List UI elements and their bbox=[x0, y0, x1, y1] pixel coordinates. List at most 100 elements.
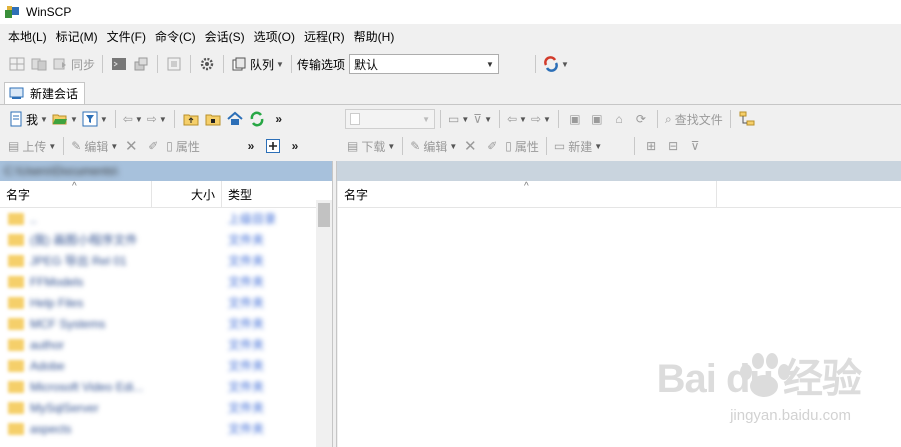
scrollbar-thumb[interactable] bbox=[318, 203, 330, 227]
transfer-settings-select[interactable]: 默认 ▼ bbox=[348, 54, 499, 74]
table-row[interactable]: Microsoft Video Edi... 文件夹 bbox=[0, 376, 316, 397]
refresh-button[interactable] bbox=[246, 108, 268, 130]
find-files-button[interactable]: ⌕ 查找文件 bbox=[663, 108, 725, 130]
remote-path-bar[interactable] bbox=[337, 161, 901, 181]
synchronize-button[interactable]: 同步 bbox=[50, 53, 97, 75]
local-col-type[interactable]: 类型 bbox=[222, 181, 316, 208]
menu-mark[interactable]: 标记(M) bbox=[52, 26, 102, 47]
table-row[interactable]: MCF Systems 文件夹 bbox=[0, 313, 316, 334]
table-row[interactable]: FFModels 文件夹 bbox=[0, 271, 316, 292]
plus-icon bbox=[265, 139, 280, 153]
menu-remote[interactable]: 远程(R) bbox=[300, 26, 349, 47]
filter-mark-button[interactable]: ⊽ bbox=[684, 135, 706, 157]
panel-splitter[interactable] bbox=[332, 161, 337, 447]
file-name: author bbox=[30, 337, 65, 352]
remote-parent-dir-button[interactable]: ▣ bbox=[564, 108, 586, 130]
remote-open-directory-button[interactable]: ▭ ▼ bbox=[446, 108, 471, 130]
remote-edit-label: 编辑 bbox=[423, 139, 448, 154]
home-icon bbox=[227, 111, 243, 125]
chevron-down-icon: ▼ bbox=[560, 59, 569, 69]
remote-path-select[interactable]: ▼ bbox=[345, 109, 435, 129]
parent-dir-button[interactable] bbox=[180, 108, 202, 130]
folder-icon bbox=[8, 275, 24, 288]
local-delete-button[interactable]: ✕ bbox=[120, 135, 142, 157]
local-col-size[interactable]: 大小 bbox=[152, 181, 222, 208]
local-add-button[interactable] bbox=[262, 135, 284, 157]
menu-options[interactable]: 选项(O) bbox=[250, 26, 299, 47]
file-name: Adobe bbox=[30, 358, 65, 373]
remote-forward-button[interactable]: ⇨ ▼ bbox=[529, 108, 553, 130]
menu-help[interactable]: 帮助(H) bbox=[350, 26, 399, 47]
local-drive-select[interactable]: 我 ▼ bbox=[6, 108, 50, 130]
toolbar-overflow-button[interactable]: » bbox=[240, 135, 262, 157]
folder-icon bbox=[8, 254, 24, 267]
remote-root-dir-button[interactable]: ▣ bbox=[586, 108, 608, 130]
table-row[interactable]: .. 上级目录 bbox=[0, 208, 316, 229]
toolbar-separator bbox=[634, 137, 636, 155]
local-edit-label: 编辑 bbox=[84, 139, 109, 154]
copy-window-button[interactable] bbox=[163, 53, 185, 75]
refresh-reconnect-icon bbox=[544, 56, 558, 72]
remote-refresh-button[interactable]: ⟳ bbox=[630, 108, 652, 130]
toolbar-separator bbox=[545, 137, 547, 155]
tab-new-session[interactable]: 新建会话 bbox=[4, 81, 86, 104]
table-row[interactable]: author 文件夹 bbox=[0, 334, 316, 355]
unselect-files-button[interactable]: ⊟ bbox=[662, 135, 684, 157]
table-row[interactable]: Help Files 文件夹 bbox=[0, 292, 316, 313]
menu-file[interactable]: 文件(F) bbox=[103, 26, 150, 47]
download-button[interactable]: ▤ 下载 ▼ bbox=[345, 135, 397, 157]
local-edit-button[interactable]: ✎ 编辑 ▼ bbox=[69, 135, 120, 157]
queue-button[interactable]: 队列 ▼ bbox=[229, 53, 286, 75]
forward-button[interactable]: ⇨ ▼ bbox=[145, 108, 169, 130]
open-directory-button[interactable]: ▼ bbox=[50, 108, 80, 130]
local-scrollbar[interactable] bbox=[316, 200, 332, 447]
refresh-icon: ⟳ bbox=[635, 112, 646, 126]
toolbar-separator bbox=[157, 55, 159, 73]
remote-delete-button[interactable]: ✕ bbox=[459, 135, 481, 157]
remote-filter-button[interactable]: ⊽ ▼ bbox=[471, 108, 494, 130]
console-button[interactable] bbox=[108, 53, 130, 75]
document-icon bbox=[10, 111, 22, 127]
local-rename-button[interactable]: ✐ bbox=[142, 135, 164, 157]
filter-icon bbox=[82, 111, 98, 127]
filter-button[interactable]: ▼ bbox=[80, 108, 110, 130]
back-button[interactable]: ⇦ ▼ bbox=[121, 108, 145, 130]
table-row[interactable]: JPEG 导出 Rel 01 文件夹 bbox=[0, 250, 316, 271]
table-row[interactable]: (我) 画图小程序文件 文件夹 bbox=[0, 229, 316, 250]
compare-dirs-button[interactable] bbox=[6, 53, 28, 75]
sync-browse-button[interactable] bbox=[28, 53, 50, 75]
remote-rename-button[interactable]: ✐ bbox=[481, 135, 503, 157]
new-session-icon bbox=[9, 87, 24, 99]
toolbar-overflow-button-2[interactable]: » bbox=[284, 135, 306, 157]
tree-toggle-button[interactable] bbox=[736, 108, 758, 130]
home-button[interactable] bbox=[224, 108, 246, 130]
local-path-bar[interactable]: C:\Users\Documents\ bbox=[0, 161, 332, 181]
filter-box-icon: ⊽ bbox=[690, 139, 700, 153]
local-col-name[interactable]: 名字 bbox=[0, 181, 152, 208]
main-toolbar: 同步 队列 ▼ 传输选项 默认 ▼ ▼ bbox=[0, 51, 901, 77]
root-dir-button[interactable] bbox=[202, 108, 224, 130]
local-properties-button[interactable]: ▯ 属性 bbox=[164, 135, 202, 157]
chevron-down-icon: ▼ bbox=[449, 141, 458, 151]
open-putty-button[interactable] bbox=[130, 53, 152, 75]
watermark-url: jingyan.baidu.com bbox=[730, 407, 851, 424]
menu-session[interactable]: 会话(S) bbox=[201, 26, 249, 47]
select-files-button[interactable]: ⊞ bbox=[640, 135, 662, 157]
reconnect-button[interactable]: ▼ bbox=[541, 53, 571, 75]
preferences-button[interactable] bbox=[196, 53, 218, 75]
table-row[interactable]: aspects 文件夹 bbox=[0, 418, 316, 439]
remote-home-button[interactable]: ⌂ bbox=[608, 108, 630, 130]
file-name: MySqlServer bbox=[30, 400, 99, 415]
synchronize-icon bbox=[53, 58, 66, 70]
toolbar-overflow-button[interactable]: » bbox=[268, 108, 290, 130]
menu-command[interactable]: 命令(C) bbox=[151, 26, 200, 47]
table-row[interactable]: Adobe 文件夹 bbox=[0, 355, 316, 376]
remote-back-button[interactable]: ⇦ ▼ bbox=[505, 108, 529, 130]
remote-properties-button[interactable]: ▯ 属性 bbox=[503, 135, 541, 157]
table-row[interactable]: MySqlServer 文件夹 bbox=[0, 397, 316, 418]
menu-local[interactable]: 本地(L) bbox=[4, 26, 51, 47]
remote-col-name[interactable]: 名字 bbox=[338, 181, 717, 208]
new-button[interactable]: ▭ 新建 ▼ bbox=[552, 135, 604, 157]
upload-button[interactable]: ▤ 上传 ▼ bbox=[6, 135, 58, 157]
remote-edit-button[interactable]: ✎ 编辑 ▼ bbox=[408, 135, 459, 157]
